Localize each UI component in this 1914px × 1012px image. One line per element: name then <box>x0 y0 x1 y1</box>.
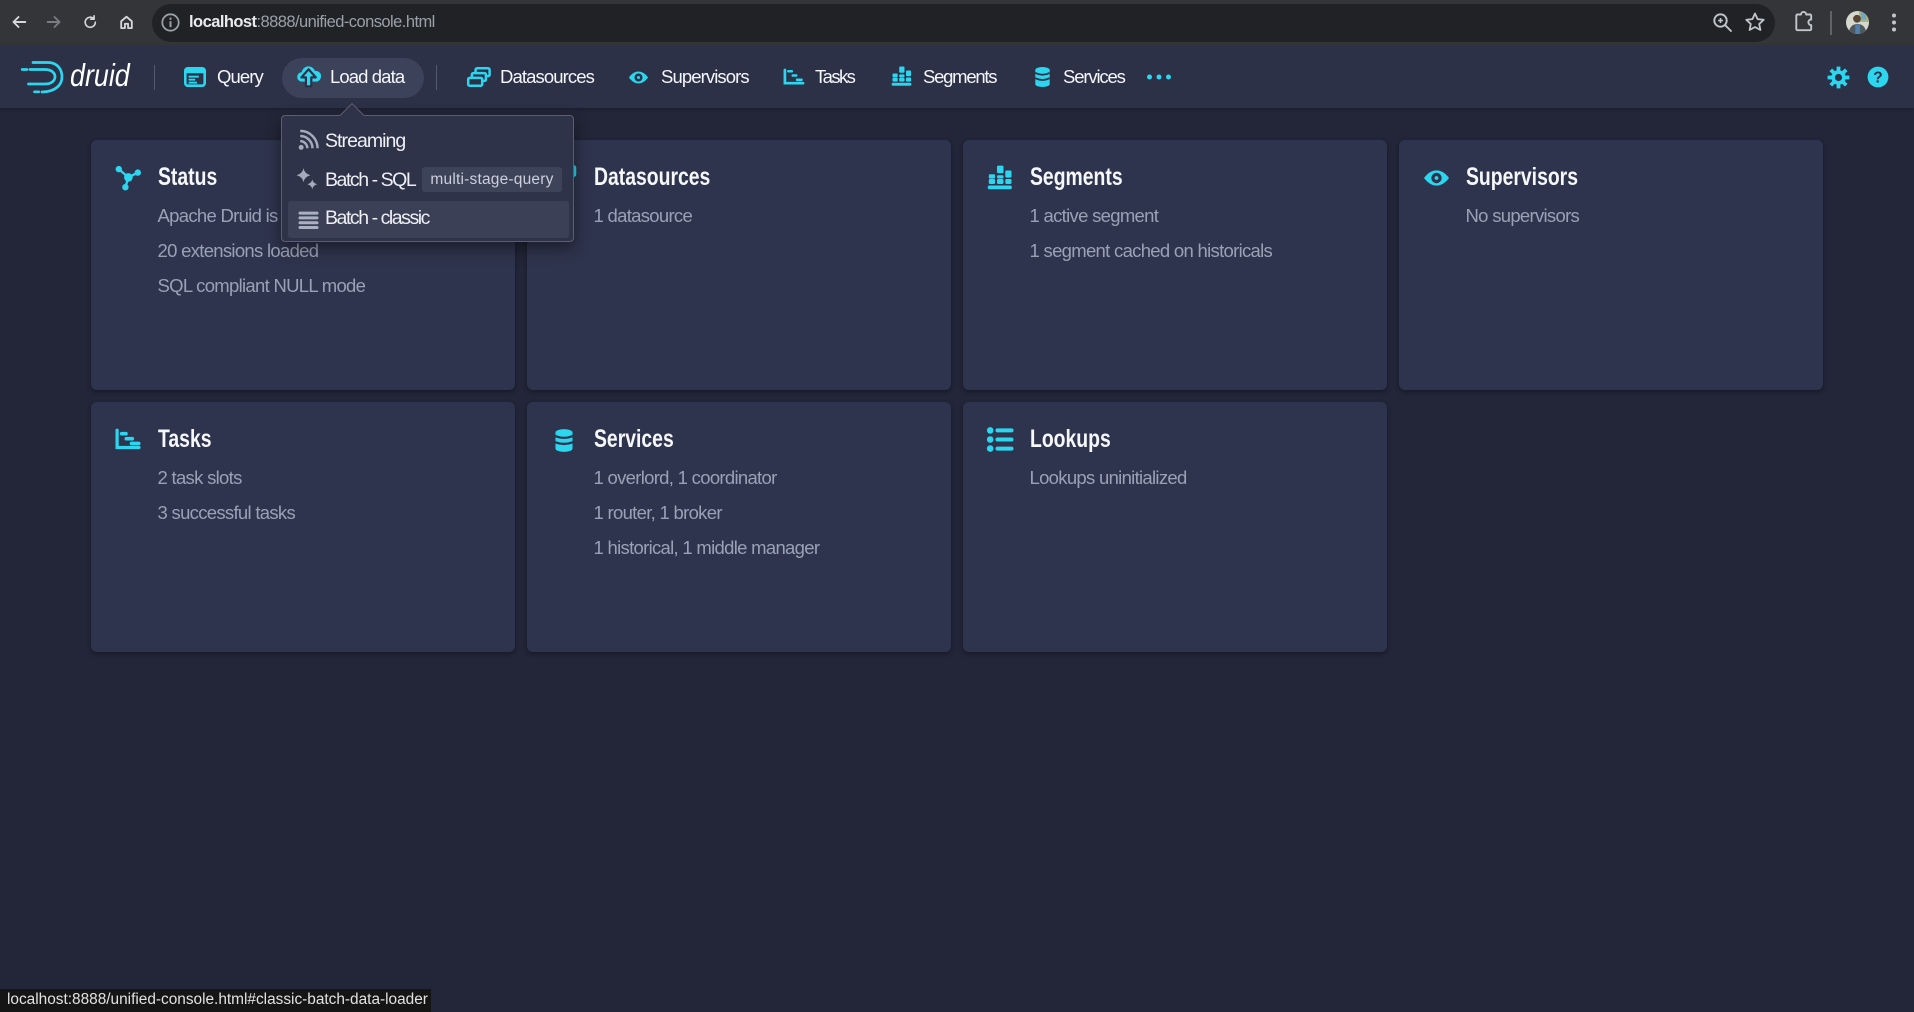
svg-text:?: ? <box>1873 69 1882 86</box>
